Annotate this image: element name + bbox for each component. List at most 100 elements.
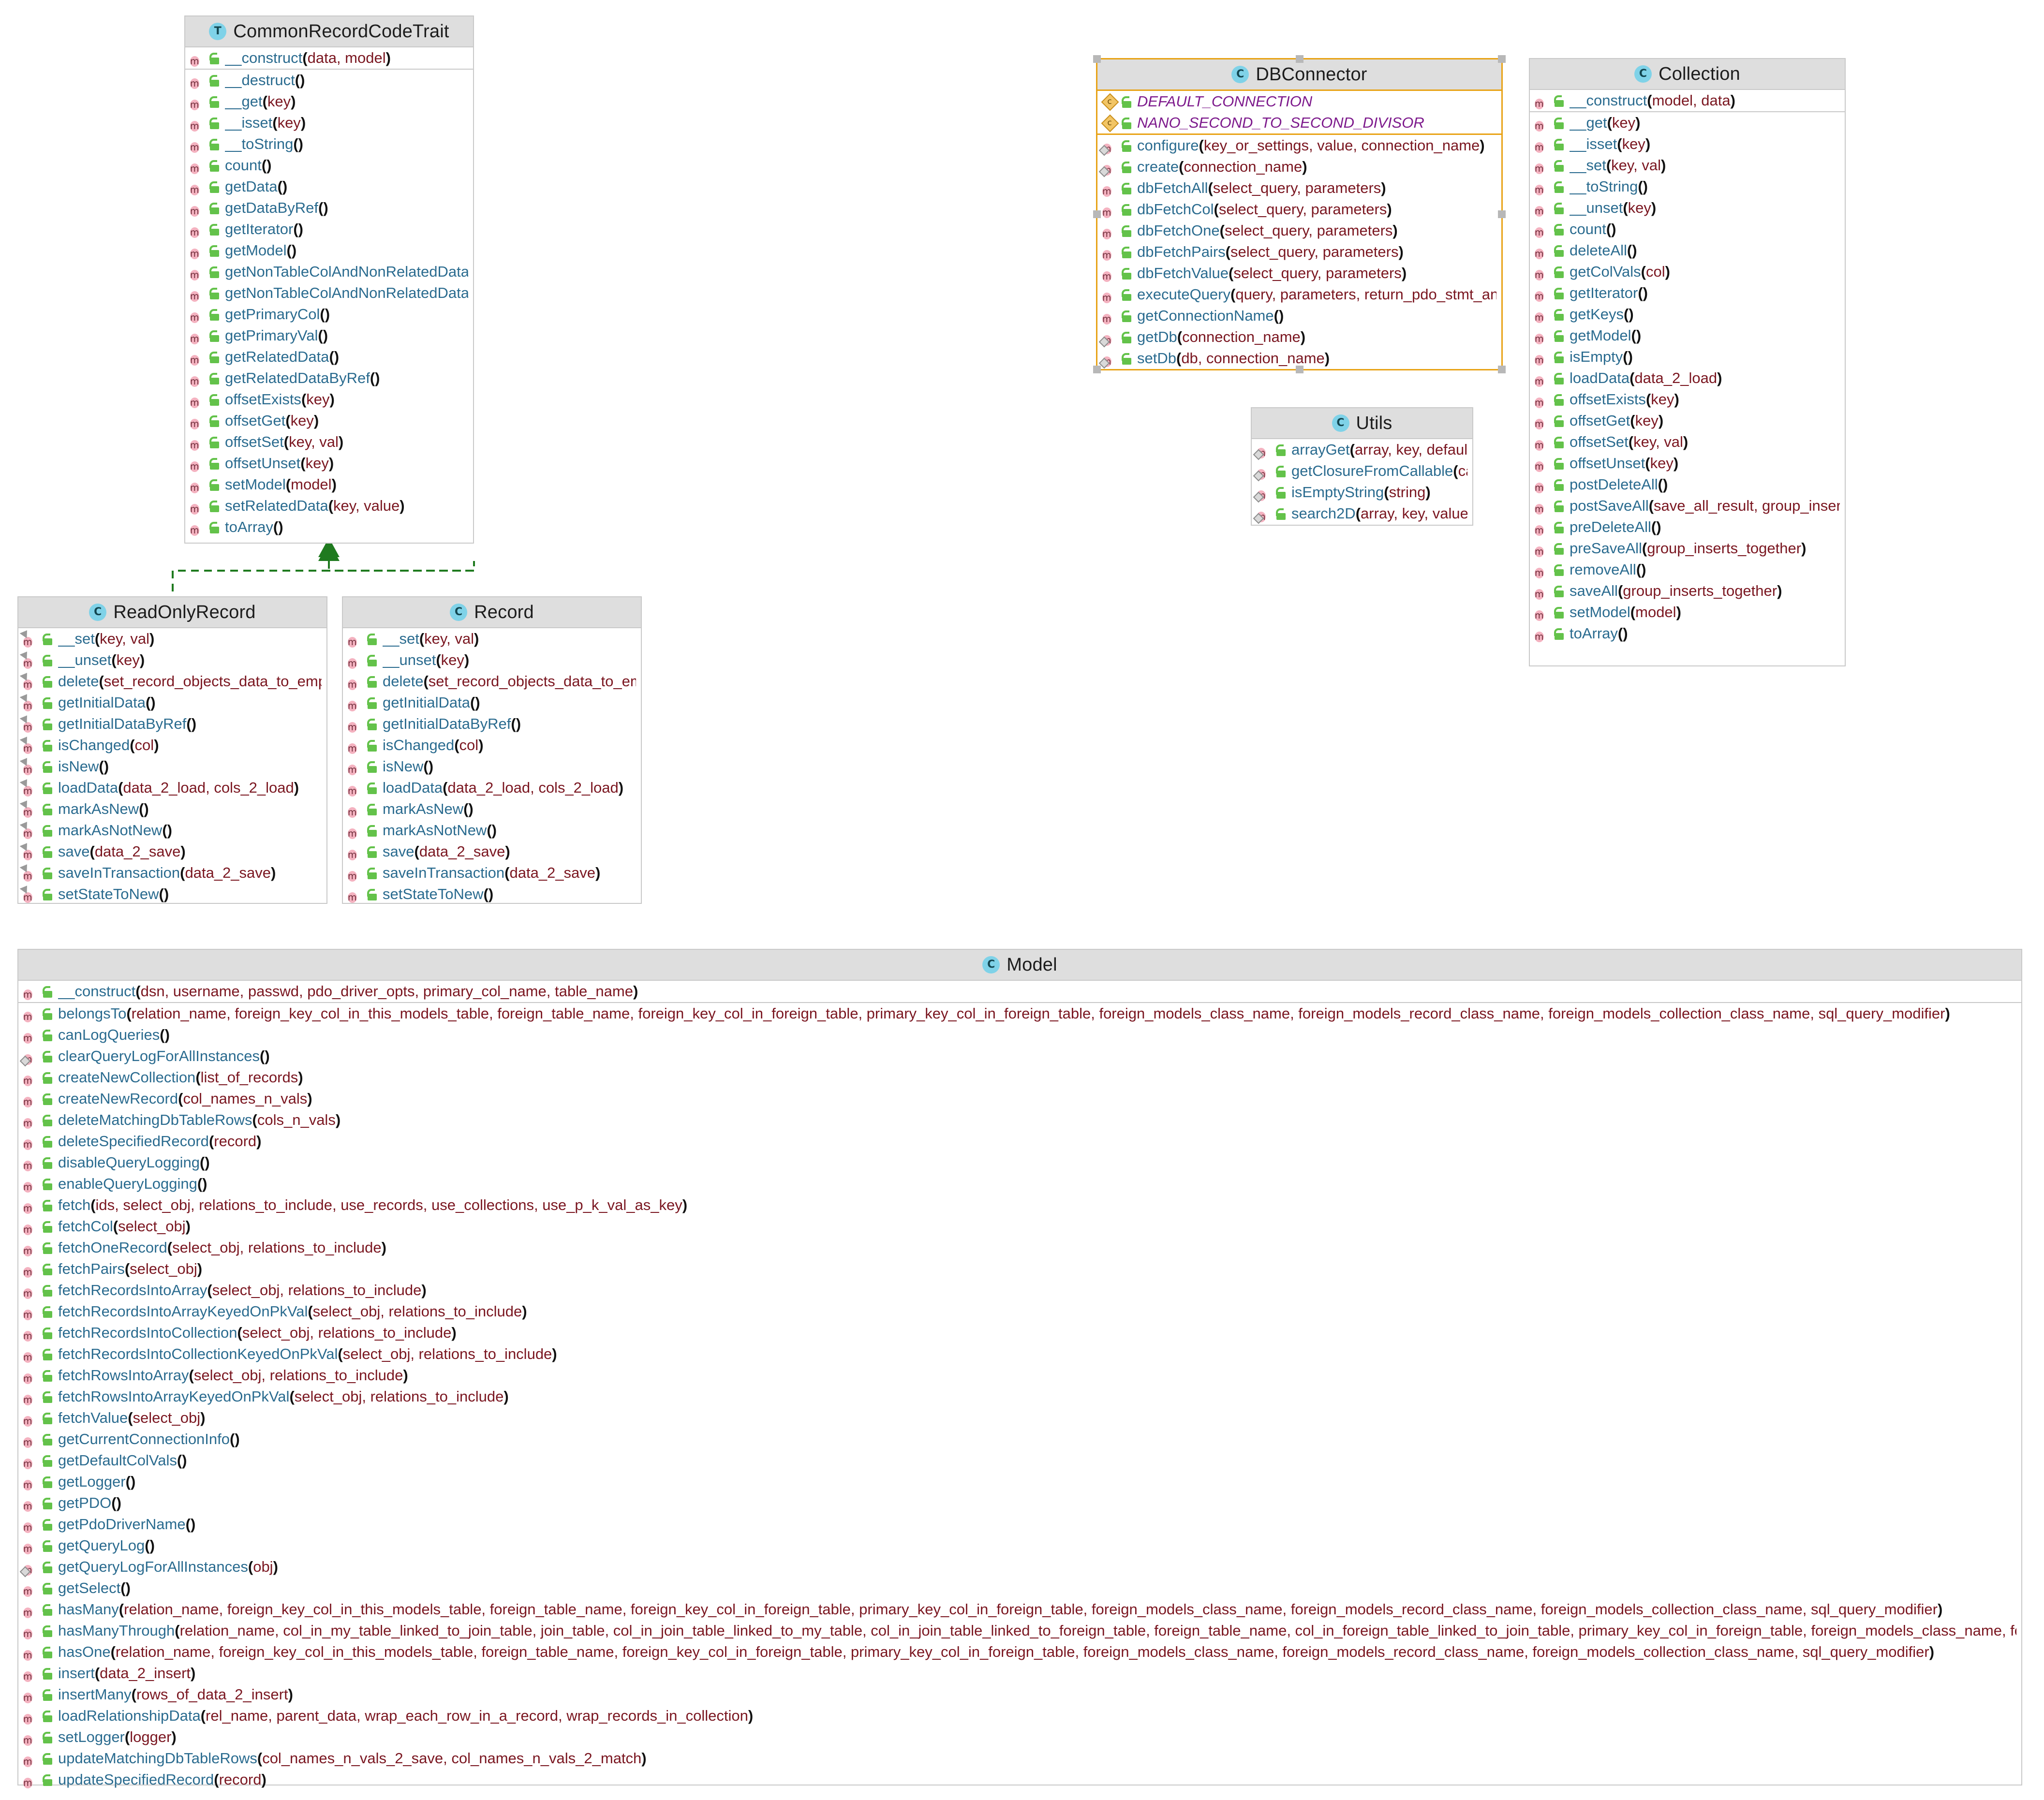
member-row[interactable]: m count() xyxy=(1530,219,1845,240)
uml-class-model[interactable]: C Model m __construct(dsn, username, passwd… xyxy=(17,949,2022,1788)
member-row[interactable]: m markAsNew() xyxy=(343,798,641,820)
member-row[interactable]: m getIterator() xyxy=(185,219,473,240)
member-row[interactable]: m offsetExists(key) xyxy=(185,389,473,410)
member-row[interactable]: m saveInTransaction(data_2_save) xyxy=(18,862,326,884)
resize-handle[interactable] xyxy=(1093,55,1101,63)
member-row[interactable]: m __unset(key) xyxy=(1530,197,1845,219)
member-row[interactable]: m postDeleteAll() xyxy=(1530,474,1845,495)
member-row[interactable]: m save(data_2_save) xyxy=(18,841,326,862)
member-row[interactable]: m getNonTableColAndNonRelatedDataByRef() xyxy=(185,282,473,304)
member-row[interactable]: m getPrimaryCol() xyxy=(185,304,473,325)
member-row[interactable]: m belongsTo(relation_name, foreign_key_co… xyxy=(18,1003,2021,1024)
uml-class-collection[interactable]: C Collection m __construct(model, data) m __g… xyxy=(1529,58,1846,666)
class-header[interactable]: C ReadOnlyRecord xyxy=(18,597,326,628)
member-row[interactable]: m getInitialData() xyxy=(343,692,641,713)
member-row[interactable]: m executeQuery(query, parameters, return_… xyxy=(1097,284,1501,305)
member-row[interactable]: m dbFetchCol(select_query, parameters) xyxy=(1097,199,1501,220)
member-row[interactable]: m setStateToNew() xyxy=(18,884,326,905)
uml-class-commonrecordcodetrait[interactable]: T CommonRecordCodeTrait m __construct(data,… xyxy=(184,15,474,544)
member-row[interactable]: m getPdoDriverName() xyxy=(18,1514,2021,1535)
member-row[interactable]: c DEFAULT_CONNECTION xyxy=(1097,91,1501,112)
uml-class-utils[interactable]: CUtilsmarrayGet(array, key, default_valu… xyxy=(1251,407,1473,526)
member-row[interactable]: m preSaveAll(group_inserts_together) xyxy=(1530,538,1845,559)
member-row[interactable]: m dbFetchAll(select_query, parameters) xyxy=(1097,177,1501,199)
member-row[interactable]: m saveInTransaction(data_2_save) xyxy=(343,862,641,884)
member-row[interactable]: m dbFetchValue(select_query, parameters) xyxy=(1097,263,1501,284)
member-row[interactable]: c NANO_SECOND_TO_SECOND_DIVISOR xyxy=(1097,112,1501,133)
member-row[interactable]: m canLogQueries() xyxy=(18,1024,2021,1046)
member-row[interactable]: m deleteSpecifiedRecord(record) xyxy=(18,1131,2021,1152)
member-row[interactable]: m deleteAll() xyxy=(1530,240,1845,261)
member-row[interactable]: m __get(key) xyxy=(1530,112,1845,133)
member-row[interactable]: m search2D(array, key, value, results) xyxy=(1252,503,1472,524)
resize-handle[interactable] xyxy=(1295,366,1303,373)
member-row[interactable]: m getLogger() xyxy=(18,1471,2021,1492)
class-header[interactable]: C DBConnector xyxy=(1097,59,1501,91)
member-row[interactable]: m getRelatedData() xyxy=(185,346,473,368)
member-row[interactable]: m loadData(data_2_load, cols_2_load) xyxy=(18,777,326,798)
member-row[interactable]: m __toString() xyxy=(185,133,473,155)
member-row[interactable]: m setStateToNew() xyxy=(343,884,641,905)
member-row[interactable]: m __destruct() xyxy=(185,70,473,91)
member-row[interactable]: m delete(set_record_objects_data_to_empty… xyxy=(18,671,326,692)
member-row[interactable]: m __unset(key) xyxy=(18,649,326,671)
member-row[interactable]: m getConnectionName() xyxy=(1097,305,1501,326)
member-row[interactable]: m disableQueryLogging() xyxy=(18,1152,2021,1173)
member-row[interactable]: m __get(key) xyxy=(185,91,473,112)
resize-handle[interactable] xyxy=(1498,210,1506,218)
member-row[interactable]: m getPrimaryVal() xyxy=(185,325,473,346)
member-row[interactable]: m getClosureFromCallable(callable) xyxy=(1252,460,1472,482)
member-row[interactable]: m __construct(data, model) xyxy=(185,47,473,69)
member-row[interactable]: m toArray() xyxy=(185,516,473,538)
member-row[interactable]: m dbFetchPairs(select_query, parameters) xyxy=(1097,241,1501,263)
member-row[interactable]: m getInitialData() xyxy=(18,692,326,713)
member-row[interactable]: m __isset(key) xyxy=(1530,133,1845,155)
member-row[interactable]: m isNew() xyxy=(18,756,326,777)
member-row[interactable]: m delete(set_record_objects_data_to_empty… xyxy=(343,671,641,692)
member-row[interactable]: m fetchRecordsIntoCollectionKeyedOnPkVal(… xyxy=(18,1343,2021,1365)
member-row[interactable]: m deleteMatchingDbTableRows(cols_n_vals) xyxy=(18,1109,2021,1131)
member-row[interactable]: m postSaveAll(save_all_result, group_inse… xyxy=(1530,495,1845,516)
member-row[interactable]: m hasMany(relation_name, foreign_key_col_… xyxy=(18,1599,2021,1620)
resize-handle[interactable] xyxy=(1498,366,1506,373)
member-row[interactable]: m __toString() xyxy=(1530,176,1845,197)
member-row[interactable]: m getNonTableColAndNonRelatedData() xyxy=(185,261,473,282)
member-row[interactable]: m fetchPairs(select_obj) xyxy=(18,1258,2021,1280)
member-row[interactable]: m saveAll(group_inserts_together) xyxy=(1530,580,1845,602)
member-row[interactable]: m fetchCol(select_obj) xyxy=(18,1216,2021,1237)
resize-handle[interactable] xyxy=(1093,210,1101,218)
member-row[interactable]: m __unset(key) xyxy=(343,649,641,671)
class-header[interactable]: C Utils xyxy=(1252,408,1472,439)
member-row[interactable]: m fetchValue(select_obj) xyxy=(18,1407,2021,1429)
member-row[interactable]: m markAsNotNew() xyxy=(18,820,326,841)
member-row[interactable]: m toArray() xyxy=(1530,623,1845,644)
member-row[interactable]: m updateMatchingDbTableRows(col_names_n_v… xyxy=(18,1748,2021,1769)
uml-class-record[interactable]: C Record m __set(key, val) m __unset(key) m del… xyxy=(342,596,642,904)
member-row[interactable]: m getDefaultColVals() xyxy=(18,1450,2021,1471)
member-row[interactable]: m insertMany(rows_of_data_2_insert) xyxy=(18,1684,2021,1705)
member-row[interactable]: m getDb(connection_name) xyxy=(1097,326,1501,348)
member-row[interactable]: m fetchRowsIntoArray(select_obj, relation… xyxy=(18,1365,2021,1386)
member-row[interactable]: m getColVals(col) xyxy=(1530,261,1845,282)
member-row[interactable]: m getData() xyxy=(185,176,473,197)
member-row[interactable]: m hasOne(relation_name, foreign_key_col_i… xyxy=(18,1641,2021,1663)
member-row[interactable]: m getDataByRef() xyxy=(185,197,473,219)
class-header[interactable]: T CommonRecordCodeTrait xyxy=(185,16,473,47)
member-row[interactable]: m offsetSet(key, val) xyxy=(185,431,473,453)
member-row[interactable]: m markAsNew() xyxy=(18,798,326,820)
member-row[interactable]: m getSelect() xyxy=(18,1578,2021,1599)
member-row[interactable]: m updateSpecifiedRecord(record) xyxy=(18,1769,2021,1790)
member-row[interactable]: m offsetSet(key, val) xyxy=(1530,431,1845,453)
member-row[interactable]: m getIterator() xyxy=(1530,282,1845,304)
member-row[interactable]: m enableQueryLogging() xyxy=(18,1173,2021,1195)
member-row[interactable]: m getInitialDataByRef() xyxy=(343,713,641,735)
resize-handle[interactable] xyxy=(1295,55,1303,63)
member-row[interactable]: m getKeys() xyxy=(1530,304,1845,325)
member-row[interactable]: m isChanged(col) xyxy=(18,735,326,756)
member-row[interactable]: m getQueryLog() xyxy=(18,1535,2021,1556)
member-row[interactable]: m createNewRecord(col_names_n_vals) xyxy=(18,1088,2021,1109)
uml-class-readonlyrecord[interactable]: C ReadOnlyRecord m __set(key, val) m __unset(… xyxy=(17,596,327,904)
member-row[interactable]: m __set(key, val) xyxy=(18,628,326,649)
member-row[interactable]: m setModel(model) xyxy=(1530,602,1845,623)
class-header[interactable]: C Model xyxy=(18,950,2021,981)
